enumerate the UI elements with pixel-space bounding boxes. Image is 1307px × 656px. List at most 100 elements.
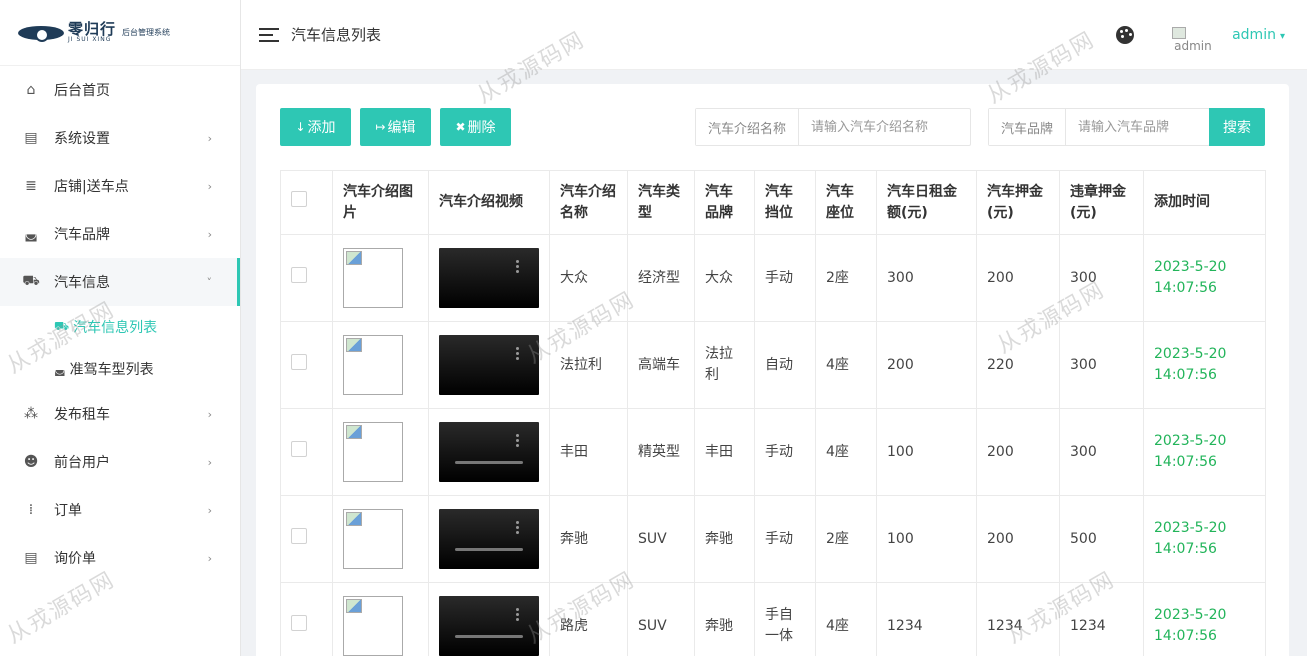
column-header: 汽车介绍图片 (332, 170, 429, 235)
car-video[interactable] (439, 335, 539, 395)
cell-name: 丰田 (549, 408, 628, 496)
sidebar-subitem[interactable]: ⛟ 汽车信息列表 (0, 306, 240, 348)
home-icon: ⌂ (26, 82, 36, 98)
cell-date: 2023-5-20 14:07:56 (1143, 321, 1266, 409)
cell-gear: 手动 (754, 495, 816, 583)
sidebar-item-label: 后台首页 (54, 83, 110, 99)
column-header: 违章押金(元) (1059, 170, 1144, 235)
car-icon: ⛟ (54, 319, 70, 333)
more-options-icon[interactable] (516, 521, 519, 524)
sidebar-item-label: 前台用户 (54, 455, 110, 471)
cell-rent: 100 (876, 408, 977, 496)
logo[interactable]: 零归行 JI SUI XING 后台管理系统 (0, 0, 240, 66)
sidebar-item[interactable]: ⛟ 汽车信息 ˅ (0, 258, 240, 306)
cell-violation: 500 (1059, 495, 1144, 583)
video-progress-bar[interactable] (455, 635, 523, 638)
hub-icon: ⁂ (24, 406, 38, 422)
more-options-icon[interactable] (516, 434, 519, 437)
cell-brand: 大众 (694, 234, 755, 322)
palette-icon[interactable] (1116, 26, 1135, 44)
grid-icon: ⁞ (28, 502, 34, 518)
column-header: 添加时间 (1143, 170, 1266, 235)
row-checkbox[interactable] (291, 527, 307, 544)
sidebar-item[interactable]: ≣ 店铺|送车点 › (0, 162, 240, 210)
name-search-label: 汽车介绍名称 (696, 109, 800, 145)
sidebar-item[interactable]: ⌂ 后台首页 (0, 66, 240, 114)
brand-search-input[interactable] (1066, 109, 1201, 145)
table-row: 法拉利 高端车 法拉利 自动 4座 200 220 300 2023-5-20 14:07:56 (280, 321, 1266, 409)
search-button[interactable]: 搜索 (1209, 108, 1265, 146)
more-options-icon[interactable] (516, 347, 519, 350)
table-row: 奔驰 SUV 奔驰 手动 2座 100 200 500 2023-5-20 14:07:56 (280, 495, 1266, 583)
cell-gear: 手自一体 (754, 582, 816, 656)
user-name: admin (1232, 27, 1276, 43)
header: 汽车信息列表 admin admin ▾ (241, 0, 1307, 70)
sidebar-subitem-label: 汽车信息列表 (73, 320, 158, 336)
logo-sub: 后台管理系统 (122, 28, 171, 37)
row-checkbox[interactable] (291, 440, 307, 457)
cell-seats: 2座 (815, 234, 877, 322)
name-search-input[interactable] (799, 109, 960, 145)
sidebar-subitem-label: 准驾车型列表 (69, 362, 154, 378)
row-checkbox[interactable] (291, 266, 307, 283)
cell-violation: 300 (1059, 321, 1144, 409)
cell-type: 经济型 (627, 234, 695, 322)
cell-type: 精英型 (627, 408, 695, 496)
chevron-icon: › (207, 551, 212, 565)
chevron-icon: › (207, 503, 212, 517)
cell-brand: 法拉利 (694, 321, 755, 409)
car-image (343, 422, 403, 482)
cell-name: 大众 (549, 234, 628, 322)
avatar[interactable]: admin (1172, 15, 1216, 55)
car-video[interactable] (439, 596, 539, 656)
sidebar-item[interactable]: ⁂ 发布租车 › (0, 390, 240, 438)
sidebar-item-label: 发布租车 (54, 407, 110, 423)
cell-gear: 手动 (754, 234, 816, 322)
column-header: 汽车日租金额(元) (876, 170, 977, 235)
car-icon: ◛ (24, 226, 38, 242)
column-header: 汽车押金(元) (976, 170, 1060, 235)
more-options-icon[interactable] (516, 260, 519, 263)
sidebar-subitem[interactable]: ◛ 准驾车型列表 (0, 348, 240, 390)
car-video[interactable] (439, 248, 539, 308)
user-menu[interactable]: admin ▾ (1232, 27, 1285, 43)
sidebar-item[interactable]: ▤ 系统设置 › (0, 114, 240, 162)
cell-brand: 丰田 (694, 408, 755, 496)
sidebar-item[interactable]: ☻ 前台用户 › (0, 438, 240, 486)
cell-type: SUV (627, 495, 695, 583)
table-row: 大众 经济型 大众 手动 2座 300 200 300 2023-5-20 14:07:56 (280, 234, 1266, 322)
add-button[interactable]: ↓ 添加 (280, 108, 351, 146)
page-title: 汽车信息列表 (291, 26, 382, 44)
car-icon: ◛ (54, 362, 66, 376)
row-checkbox[interactable] (291, 353, 307, 370)
cell-deposit: 220 (976, 321, 1060, 409)
select-all-checkbox[interactable] (291, 191, 307, 207)
more-options-icon[interactable] (516, 608, 519, 611)
row-checkbox[interactable] (291, 614, 307, 631)
users-icon: ☻ (23, 454, 39, 470)
sidebar-item[interactable]: ◛ 汽车品牌 › (0, 210, 240, 258)
column-header: 汽车品牌 (694, 170, 755, 235)
car-image (343, 596, 403, 656)
logo-mark: 零归行 JI SUI XING 后台管理系统 (18, 22, 170, 43)
car-video[interactable] (439, 422, 539, 482)
menu-toggle-icon[interactable] (259, 27, 279, 42)
sidebar-item-label: 店铺|送车点 (54, 179, 129, 195)
cell-rent: 100 (876, 495, 977, 583)
video-progress-bar[interactable] (455, 548, 523, 551)
sidebar-item[interactable]: ▤ 询价单 › (0, 534, 240, 582)
edit-button[interactable]: ↦ 编辑 (360, 108, 431, 146)
caret-down-icon: ▾ (1279, 31, 1285, 42)
delete-button[interactable]: ✖ 删除 (440, 108, 511, 146)
car-front-icon: ⛟ (22, 273, 40, 289)
archive-icon: ▤ (24, 130, 38, 146)
toolbar: ↓添加 ↦编辑 ✖删除 汽车介绍名称 汽车品牌 搜索 (280, 108, 1265, 146)
sidebar-item-label: 系统设置 (54, 131, 110, 147)
edit-icon: ↦ (375, 120, 386, 134)
video-progress-bar[interactable] (455, 461, 523, 464)
sidebar-item[interactable]: ⁞ 订单 › (0, 486, 240, 534)
cell-rent: 300 (876, 234, 977, 322)
car-video[interactable] (439, 509, 539, 569)
cell-name: 奔驰 (549, 495, 628, 583)
name-search-group: 汽车介绍名称 (695, 108, 971, 146)
